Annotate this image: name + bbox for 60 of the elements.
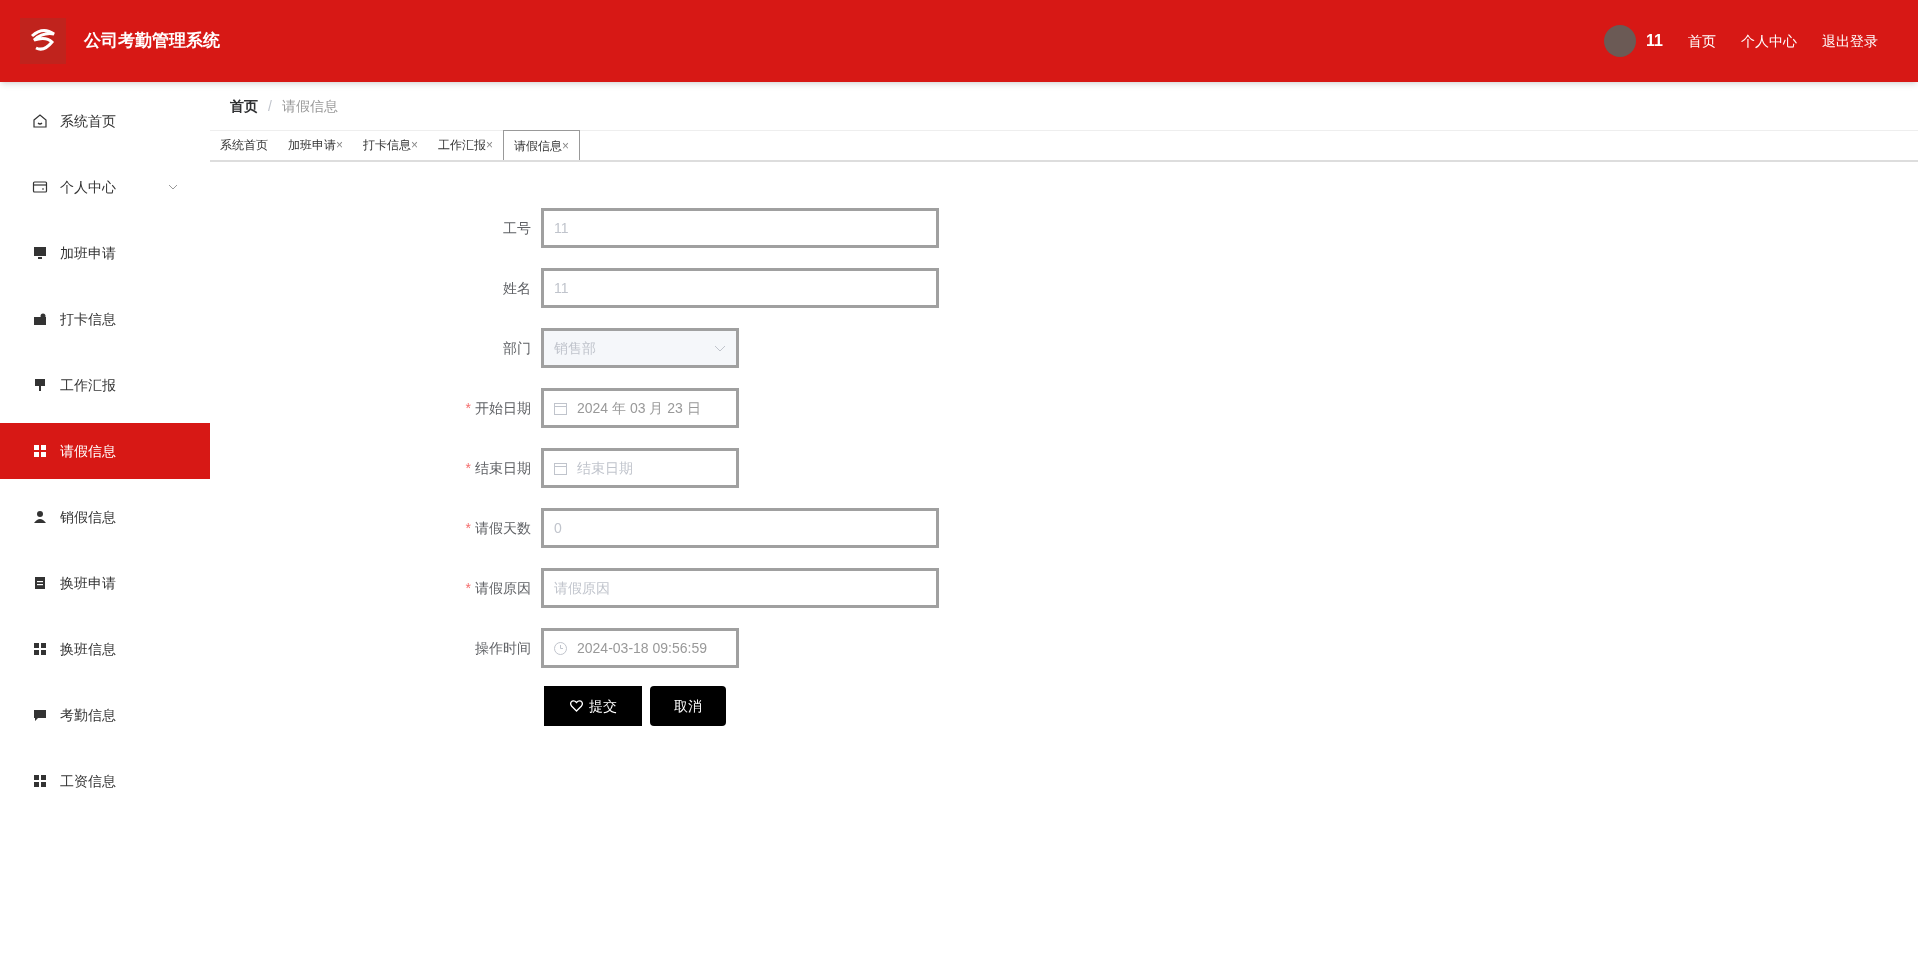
sidebar-item[interactable]: 请假信息 bbox=[0, 423, 210, 479]
sidebar-item[interactable]: 考勤信息 bbox=[0, 687, 210, 743]
user-icon bbox=[32, 509, 48, 525]
breadcrumb-item: 请假信息 bbox=[281, 96, 338, 116]
sidebar-item[interactable]: 换班申请 bbox=[0, 555, 210, 611]
sidebar-item[interactable]: 换班信息 bbox=[0, 621, 210, 677]
card-icon bbox=[32, 179, 48, 195]
page-tab[interactable]: 请假信息× bbox=[503, 130, 581, 160]
header-link[interactable]: 退出登录 bbox=[1822, 30, 1878, 52]
required-asterisk: * bbox=[465, 518, 471, 538]
sidebar-item[interactable]: 销假信息 bbox=[0, 489, 210, 545]
breadcrumb-item[interactable]: 首页 bbox=[230, 95, 258, 117]
breadcrumb-separator: / bbox=[268, 96, 272, 116]
field-label: 工号 bbox=[503, 218, 531, 238]
page-tab[interactable]: 工作汇报× bbox=[428, 130, 504, 160]
sidebar-item[interactable]: 工作汇报 bbox=[0, 357, 210, 413]
page-tab[interactable]: 系统首页 bbox=[210, 130, 278, 160]
brush-icon bbox=[32, 377, 48, 393]
close-icon[interactable]: × bbox=[562, 136, 570, 155]
page-tab[interactable]: 加班申请× bbox=[278, 130, 353, 160]
cancel-button[interactable]: 取消 bbox=[650, 686, 726, 726]
field-label: 部门 bbox=[503, 338, 531, 358]
sidebar-item[interactable]: 系统首页 bbox=[0, 93, 210, 149]
page-tab[interactable]: 打卡信息× bbox=[353, 130, 429, 160]
grid-icon bbox=[32, 641, 48, 657]
clipboard-icon bbox=[32, 575, 48, 591]
field-label: 开始日期 bbox=[475, 398, 531, 418]
header-link[interactable]: 个人中心 bbox=[1741, 30, 1797, 52]
header-link[interactable]: 首页 bbox=[1688, 30, 1716, 52]
avatar bbox=[1604, 25, 1637, 57]
calendar-icon bbox=[554, 401, 567, 415]
logo-icon bbox=[20, 18, 66, 64]
sidebar-item[interactable]: 加班申请 bbox=[0, 225, 210, 281]
grid-icon bbox=[32, 443, 48, 459]
close-icon[interactable]: × bbox=[336, 136, 343, 154]
required-asterisk: * bbox=[465, 578, 471, 598]
field-label: 结束日期 bbox=[475, 458, 531, 478]
sidebar-item[interactable]: 工资信息 bbox=[0, 753, 210, 809]
submit-button[interactable]: 提交 bbox=[544, 686, 642, 726]
grid-icon bbox=[32, 773, 48, 789]
field-label: 姓名 bbox=[503, 278, 531, 298]
heart-icon bbox=[569, 700, 583, 712]
close-icon[interactable]: × bbox=[411, 136, 419, 154]
close-icon[interactable]: × bbox=[486, 136, 494, 154]
sidebar-item[interactable]: 打卡信息 bbox=[0, 291, 210, 347]
required-asterisk: * bbox=[465, 458, 471, 478]
field-label: 请假天数 bbox=[475, 518, 531, 538]
field-label: 操作时间 bbox=[475, 638, 531, 658]
app-title: 公司考勤管理系统 bbox=[84, 30, 220, 53]
required-asterisk: * bbox=[465, 398, 471, 418]
field-label: 请假原因 bbox=[475, 578, 531, 598]
monitor-icon bbox=[32, 245, 48, 261]
user-name: 11 bbox=[1646, 31, 1663, 51]
calendar-icon bbox=[554, 461, 567, 475]
wallet-icon bbox=[32, 311, 48, 327]
chevron-icon bbox=[714, 344, 726, 352]
chat-icon bbox=[32, 707, 48, 723]
sidebar-item[interactable]: 个人中心 bbox=[0, 159, 210, 215]
clock-icon bbox=[554, 641, 567, 655]
home-icon bbox=[32, 113, 48, 129]
